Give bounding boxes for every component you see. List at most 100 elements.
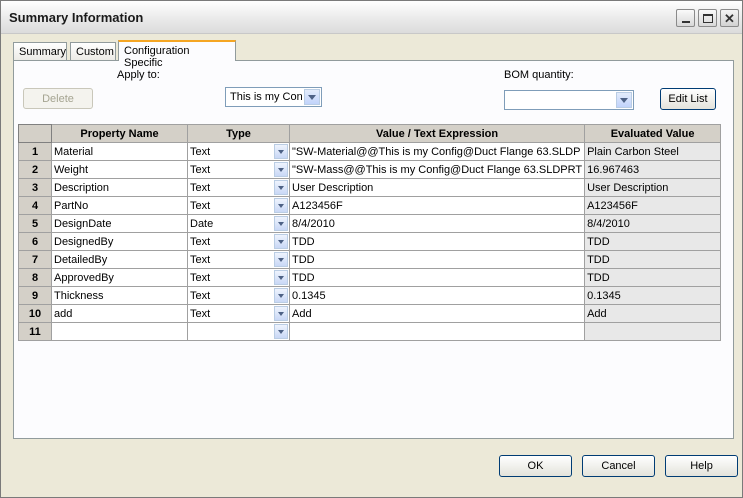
value-expression-cell[interactable]: "SW-Material@@This is my Config@Duct Fla…	[288, 142, 586, 161]
table-row: 5 DesignDate Date 8/4/2010 8/4/2010	[18, 214, 722, 233]
column-header-evaluated-value[interactable]: Evaluated Value	[584, 124, 722, 143]
row-number[interactable]: 5	[18, 214, 52, 233]
value-expression-cell[interactable]: User Description	[288, 178, 586, 197]
property-name-cell[interactable]	[51, 322, 188, 341]
apply-to-label: Apply to:	[117, 69, 160, 81]
window-title: Summary Information	[9, 10, 144, 25]
chevron-down-icon[interactable]	[274, 324, 288, 339]
value-expression-cell[interactable]: "SW-Mass@@This is my Config@Duct Flange …	[288, 160, 586, 179]
help-button[interactable]: Help	[665, 455, 738, 477]
maximize-button[interactable]	[698, 9, 717, 27]
property-name-cell[interactable]: DetailedBy	[51, 250, 188, 269]
row-number[interactable]: 9	[18, 286, 52, 305]
apply-to-dropdown[interactable]: This is my Conf	[225, 87, 322, 107]
type-cell[interactable]: Text	[187, 268, 290, 287]
property-name-cell[interactable]: DesignedBy	[51, 232, 188, 251]
property-name-cell[interactable]: add	[51, 304, 188, 323]
property-name-cell[interactable]: Description	[51, 178, 188, 197]
value-expression-cell[interactable]: TDD	[288, 232, 586, 251]
property-name-cell[interactable]: Weight	[51, 160, 188, 179]
minimize-icon	[681, 20, 690, 23]
table-header-row: Property Name Type Value / Text Expressi…	[18, 124, 722, 143]
value-expression-cell[interactable]	[288, 322, 586, 341]
type-value: Text	[190, 307, 211, 320]
chevron-down-icon[interactable]	[274, 216, 288, 231]
tab-summary[interactable]: Summary	[13, 42, 67, 60]
value-expression-cell[interactable]: 8/4/2010	[288, 214, 586, 233]
type-cell[interactable]: Text	[187, 142, 290, 161]
value-expression-cell[interactable]: 0.1345	[288, 286, 586, 305]
bom-quantity-dropdown[interactable]	[504, 90, 634, 110]
evaluated-value-cell: 0.1345	[584, 286, 722, 305]
table-row: 6 DesignedBy Text TDD TDD	[18, 232, 722, 251]
row-number[interactable]: 8	[18, 268, 52, 287]
row-number[interactable]: 1	[18, 142, 52, 161]
row-number[interactable]: 4	[18, 196, 52, 215]
cancel-button[interactable]: Cancel	[582, 455, 655, 477]
value-expression-cell[interactable]: Add	[288, 304, 586, 323]
ok-button[interactable]: OK	[499, 455, 572, 477]
property-name-cell[interactable]: ApprovedBy	[51, 268, 188, 287]
chevron-down-icon[interactable]	[274, 270, 288, 285]
property-name-cell[interactable]: DesignDate	[51, 214, 188, 233]
table-row: 9 Thickness Text 0.1345 0.1345	[18, 286, 722, 305]
type-value: Text	[190, 253, 211, 266]
type-cell[interactable]: Text	[187, 286, 290, 305]
table-row: 7 DetailedBy Text TDD TDD	[18, 250, 722, 269]
tab-configuration-specific[interactable]: Configuration Specific	[118, 40, 236, 69]
chevron-down-icon[interactable]	[274, 306, 288, 321]
maximize-icon	[702, 13, 713, 23]
property-name-cell[interactable]: Material	[51, 142, 188, 161]
row-number[interactable]: 6	[18, 232, 52, 251]
edit-list-button[interactable]: Edit List	[660, 88, 716, 110]
chevron-down-icon[interactable]	[274, 198, 288, 213]
row-number[interactable]: 3	[18, 178, 52, 197]
table-row: 4 PartNo Text A123456F A123456F	[18, 196, 722, 215]
table-corner-cell[interactable]	[18, 124, 52, 143]
row-number[interactable]: 7	[18, 250, 52, 269]
delete-button[interactable]: Delete	[23, 88, 93, 109]
evaluated-value-cell: Add	[584, 304, 722, 323]
column-header-type[interactable]: Type	[187, 124, 290, 143]
property-name-cell[interactable]: Thickness	[51, 286, 188, 305]
chevron-down-icon[interactable]	[274, 180, 288, 195]
chevron-down-icon[interactable]	[274, 252, 288, 267]
close-button[interactable]: ✕	[720, 9, 739, 27]
chevron-down-icon[interactable]	[274, 288, 288, 303]
table-row: 11	[18, 322, 722, 341]
evaluated-value-cell: A123456F	[584, 196, 722, 215]
table-row: 8 ApprovedBy Text TDD TDD	[18, 268, 722, 287]
close-icon: ✕	[724, 10, 735, 26]
properties-table: Property Name Type Value / Text Expressi…	[18, 124, 722, 341]
row-number[interactable]: 11	[18, 322, 52, 341]
tab-custom[interactable]: Custom	[70, 42, 116, 60]
value-expression-cell[interactable]: TDD	[288, 250, 586, 269]
type-value: Text	[190, 145, 211, 158]
chevron-down-icon[interactable]	[616, 92, 632, 108]
type-cell[interactable]: Text	[187, 196, 290, 215]
minimize-button[interactable]	[676, 9, 695, 27]
value-expression-cell[interactable]: A123456F	[288, 196, 586, 215]
type-cell[interactable]: Date	[187, 214, 290, 233]
chevron-down-icon[interactable]	[274, 234, 288, 249]
chevron-down-icon[interactable]	[304, 89, 320, 105]
chevron-down-icon[interactable]	[274, 162, 288, 177]
evaluated-value-cell: TDD	[584, 250, 722, 269]
row-number[interactable]: 10	[18, 304, 52, 323]
type-cell[interactable]: Text	[187, 250, 290, 269]
table-row: 2 Weight Text "SW-Mass@@This is my Config@D…	[18, 160, 722, 179]
type-cell[interactable]	[187, 322, 290, 341]
type-cell[interactable]: Text	[187, 304, 290, 323]
summary-information-dialog: Summary Information ✕ Summary Custom Con…	[0, 0, 743, 498]
row-number[interactable]: 2	[18, 160, 52, 179]
column-header-value[interactable]: Value / Text Expression	[288, 124, 586, 143]
type-cell[interactable]: Text	[187, 232, 290, 251]
type-cell[interactable]: Text	[187, 160, 290, 179]
value-expression-cell[interactable]: TDD	[288, 268, 586, 287]
chevron-down-icon[interactable]	[274, 144, 288, 159]
title-bar[interactable]: Summary Information ✕	[1, 1, 742, 34]
property-name-cell[interactable]: PartNo	[51, 196, 188, 215]
type-cell[interactable]: Text	[187, 178, 290, 197]
column-header-property-name[interactable]: Property Name	[51, 124, 188, 143]
evaluated-value-cell: TDD	[584, 232, 722, 251]
